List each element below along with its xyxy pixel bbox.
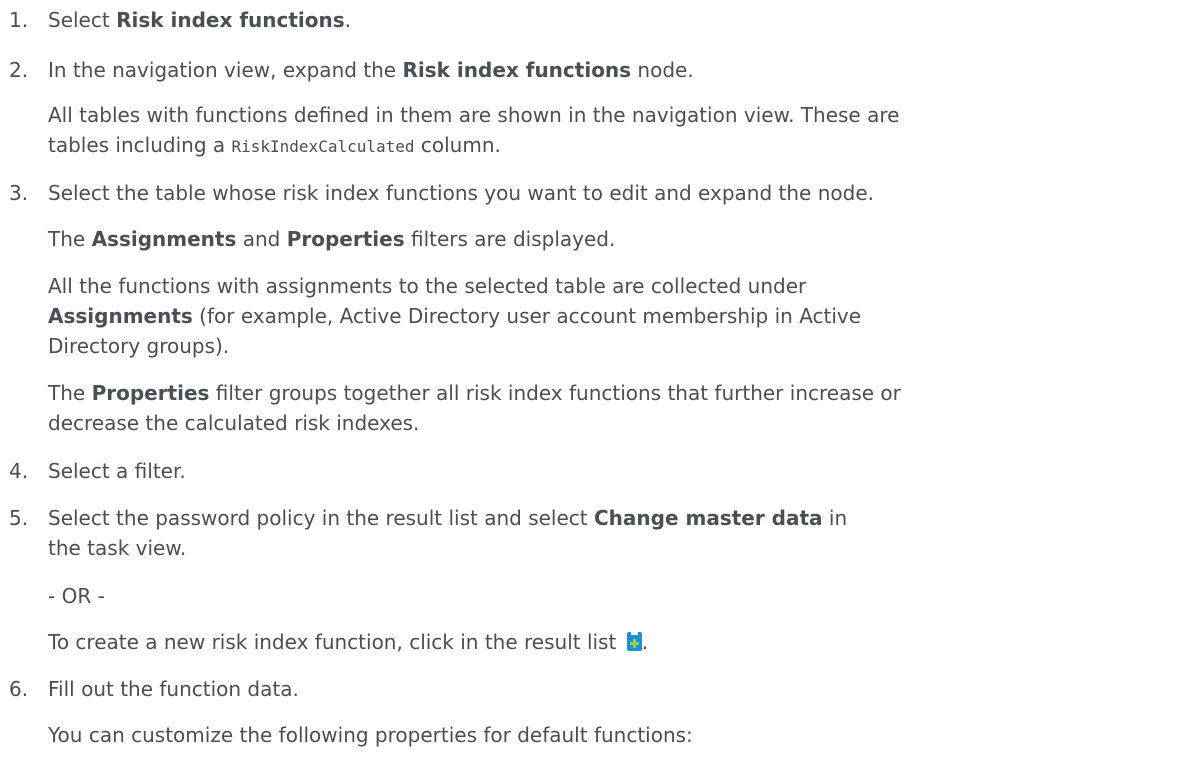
- step-3: 3. Select the table whose risk index fun…: [0, 178, 874, 208]
- code-term: RiskIndexCalculated: [231, 137, 415, 156]
- bold-term: Risk index functions: [116, 8, 345, 32]
- step-3-assignments-note: All the functions with assignments to th…: [48, 274, 862, 358]
- bold-term: Change master data: [594, 506, 823, 530]
- step-5: 5. Select the password policy in the res…: [0, 503, 847, 563]
- step-3-properties-note: The Properties filter groups together al…: [48, 381, 901, 435]
- step-number: 1.: [9, 8, 29, 32]
- bold-term: Assignments: [48, 304, 193, 328]
- add-new-icon[interactable]: [626, 632, 642, 651]
- bold-term: Assignments: [91, 227, 237, 251]
- bold-term: Properties: [91, 381, 210, 405]
- bold-term: Properties: [286, 227, 405, 251]
- step-number: 2.: [9, 58, 29, 82]
- step-number: 3.: [9, 181, 29, 205]
- step-2: 2. In the navigation view, expand the Ri…: [0, 55, 694, 85]
- step-1: 1. Select Risk index functions.: [0, 5, 351, 35]
- step-3-filters-note: The Assignments and Properties filters a…: [48, 227, 616, 251]
- step-4: 4. Select a filter.: [0, 456, 186, 486]
- bold-term: Risk index functions: [402, 58, 632, 82]
- step-5-or: - OR -: [48, 584, 105, 608]
- step-6: 6. Fill out the function data.: [0, 674, 299, 704]
- step-number: 4.: [9, 459, 29, 483]
- step-number: 5.: [9, 506, 29, 530]
- step-5-alternative: To create a new risk index function, cli…: [48, 630, 649, 654]
- step-number: 6.: [9, 677, 29, 701]
- step-2-description: All tables with functions defined in the…: [48, 103, 900, 157]
- step-6-description: You can customize the following properti…: [48, 723, 693, 747]
